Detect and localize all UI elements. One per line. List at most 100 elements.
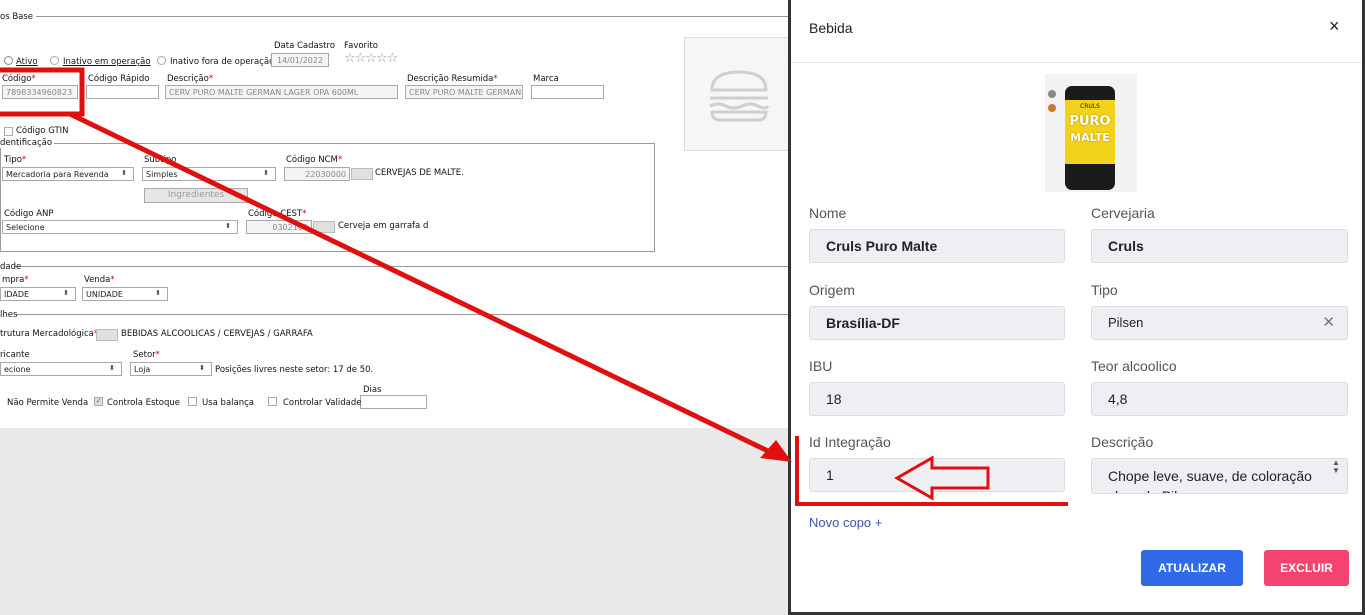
estrutura-value: BEBIDAS ALCOOLICAS / CERVEJAS / GARRAFA [121,329,313,339]
excluir-button[interactable]: EXCLUIR [1264,550,1349,586]
anp-select-value: Selecione [6,223,45,232]
controlar-validade-checkbox[interactable] [268,397,277,406]
controla-estoque-checkbox[interactable]: ✓ [94,397,103,406]
nome-label: Nome [809,205,847,221]
fabricante-select-value: ecione [4,365,31,374]
section-divider [14,266,790,267]
controlar-validade-label: Controlar Validade [283,398,362,408]
subtipo-select[interactable]: Simples ⬍ [142,167,276,181]
id-integracao-label: Id Integração [809,434,891,450]
estrutura-search-button[interactable] [96,329,118,341]
tipo-label: Tipo [1091,282,1118,298]
venda-select[interactable]: UNIDADE ⬍ [82,287,168,301]
codigo-anp-label: Código ANP [4,209,54,219]
marca-field[interactable] [531,85,604,99]
ncm-search-button[interactable] [351,168,373,180]
tipo-select[interactable]: Mercadoria para Revenda ⬍ [2,167,134,181]
usa-balanca-label: Usa balança [202,398,255,408]
controla-estoque-label: Controla Estoque [107,398,180,408]
burger-icon [709,70,770,122]
data-cadastro-field[interactable]: 14/01/2022 [271,53,329,67]
codigo-rapido-label: Código Rápido [88,74,150,84]
close-icon[interactable]: × [1329,16,1340,37]
ibu-field[interactable]: 18 [809,382,1065,416]
chevron-updown-icon: ⬍ [263,169,269,177]
codigo-gtin-label: Código GTIN [16,126,69,136]
can-brand-top: CRULS [1080,103,1100,110]
atualizar-button[interactable]: ATUALIZAR [1141,550,1243,586]
data-cadastro-label: Data Cadastro [274,41,336,51]
codigo-gtin-checkbox[interactable] [4,127,13,136]
unidade-legend: dade [0,262,22,272]
status-inativo-operacao-label: Inativo em operação [63,57,151,67]
codigo-field[interactable]: 7898334960823 [2,85,78,99]
descricao-label: Descrição [1091,434,1154,450]
venda-select-value: UNIDADE [86,290,123,299]
anp-select[interactable]: Selecione ⬍ [2,220,238,234]
tipo-select-value: Mercadoria para Revenda [6,170,109,179]
chevron-updown-icon: ⬍ [199,364,205,372]
setor-label: Setor* [133,350,160,360]
status-ativo-radio[interactable] [4,56,13,65]
textarea-spinner-icon[interactable]: ▲ ▼ [1332,459,1340,475]
subtipo-select-value: Simples [146,170,178,179]
can-label: CRULS PURO MALTE [1065,100,1115,164]
codigo-label: Código* [2,74,36,84]
codigo-rapido-field[interactable] [86,85,159,99]
usa-balanca-checkbox[interactable] [188,397,197,406]
logo-dot-icon [1048,104,1056,112]
teor-field[interactable]: 4,8 [1091,382,1348,416]
setor-select[interactable]: Loja ⬍ [130,362,212,376]
chevron-updown-icon: ⬍ [225,222,231,230]
cervejaria-label: Cervejaria [1091,205,1155,221]
nome-field[interactable]: Cruls Puro Malte [809,229,1065,263]
descricao-field[interactable]: CERV PURO MALTE GERMAN LAGER OPA 600ML [165,85,398,99]
ibu-label: IBU [809,358,833,374]
tipo-select[interactable]: Pilsen ✕ [1091,306,1348,340]
id-integracao-field[interactable]: 1 [809,458,1065,492]
section-base-legend: os Base [0,12,34,22]
codigo-cest-label: Código CEST* [248,209,307,219]
fabricante-select[interactable]: ecione ⬍ [0,362,122,376]
codigo-ncm-field[interactable]: 22030000 [284,167,350,181]
chevron-updown-icon: ⬍ [63,289,69,297]
compra-select-value: IDADE [4,290,30,299]
modal-header-divider [791,62,1362,63]
dias-label: Dias [363,385,382,395]
descricao-textarea[interactable]: Chope leve, suave, de coloração clara do… [1091,458,1348,494]
tipo-label: Tipo* [4,155,27,165]
descricao-resumida-field[interactable]: CERV PURO MALTE GERMAN [405,85,523,99]
setor-select-value: Loja [134,365,151,374]
novo-copo-link[interactable]: Novo copo + [809,515,882,530]
ingredientes-button[interactable]: Ingredientes [144,188,248,203]
fabricante-label: ricante [0,350,30,360]
favorito-stars[interactable]: ☆☆☆☆☆ [344,51,398,66]
clear-icon[interactable]: ✕ [1322,307,1335,339]
cervejaria-field[interactable]: Cruls [1091,229,1348,263]
beer-can: CRULS PURO MALTE [1065,86,1115,190]
venda-label: Venda* [84,275,115,285]
form-footer-area [0,428,790,615]
dias-field[interactable] [360,395,427,409]
bebida-modal: Bebida × CRULS PURO MALTE Nome Cruls Pur… [788,0,1365,615]
status-ativo-label: Ativo [16,57,38,67]
chevron-updown-icon: ⬍ [155,289,161,297]
ncm-description: CERVEJAS DE MALTE. [375,168,464,178]
can-brand-main2: MALTE [1070,131,1110,144]
cest-search-button[interactable] [313,221,335,233]
teor-label: Teor alcoolico [1091,358,1177,374]
codigo-cest-field[interactable]: 0302100 [246,220,312,234]
section-divider [16,314,790,315]
origem-field[interactable]: Brasília-DF [809,306,1065,340]
beer-image[interactable]: CRULS PURO MALTE [1045,74,1137,192]
status-inativo-fora-radio[interactable] [157,56,166,65]
subtipo-label: Subtipo [144,155,177,165]
estrutura-label: trutura Mercadológica* [0,329,98,339]
descricao-label: Descrição* [167,74,214,84]
modal-title: Bebida [809,20,853,36]
status-inativo-operacao-radio[interactable] [50,56,59,65]
compra-select[interactable]: IDADE ⬍ [0,287,76,301]
product-image-placeholder[interactable] [684,37,792,151]
logo-dot-icon [1048,90,1056,98]
status-inativo-fora-label: Inativo fora de operação [170,57,275,67]
